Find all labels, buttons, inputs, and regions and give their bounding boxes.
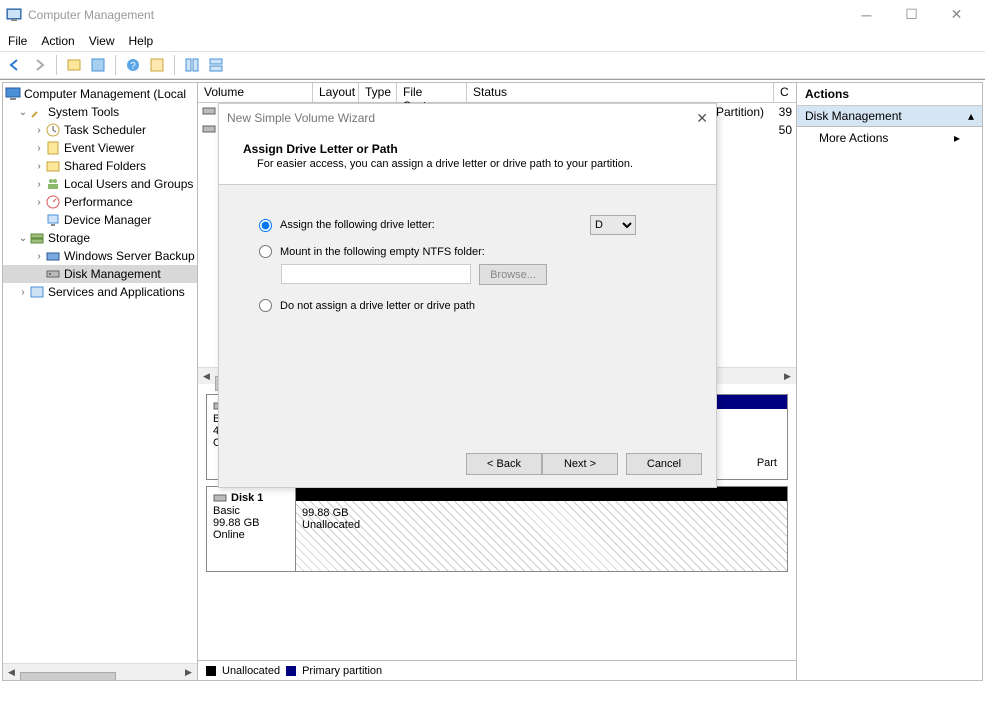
collapse-icon[interactable]: ⌄ <box>17 107 29 118</box>
users-icon <box>45 176 61 192</box>
col-type[interactable]: Type <box>359 83 397 102</box>
wizard-sub: For easier access, you can assign a driv… <box>257 158 692 170</box>
tree-storage[interactable]: ⌄ Storage <box>3 229 197 247</box>
tools-icon <box>29 104 45 120</box>
wizard-heading: Assign Drive Letter or Path <box>243 142 692 156</box>
event-icon <box>45 140 61 156</box>
col-fs[interactable]: File System <box>397 83 467 102</box>
maximize-button[interactable]: ☐ <box>889 1 934 29</box>
tree-disk-management[interactable]: › Disk Management <box>3 265 197 283</box>
close-button[interactable]: ✕ <box>934 1 979 29</box>
col-c[interactable]: C <box>774 83 796 102</box>
col-status[interactable]: Status <box>467 83 774 102</box>
tree-task-scheduler[interactable]: › Task Scheduler <box>3 121 197 139</box>
storage-icon <box>29 230 45 246</box>
tree-event-viewer[interactable]: › Event Viewer <box>3 139 197 157</box>
expand-icon[interactable]: › <box>33 143 45 154</box>
device-icon <box>45 212 61 228</box>
tree-local-users[interactable]: › Local Users and Groups <box>3 175 197 193</box>
menubar: File Action View Help <box>0 30 985 51</box>
back-button[interactable]: < Back <box>466 453 542 475</box>
menu-help[interactable]: Help <box>129 34 154 48</box>
tree-device-manager[interactable]: › Device Manager <box>3 211 197 229</box>
radio-assign-letter[interactable] <box>259 219 272 232</box>
help-icon[interactable]: ? <box>122 54 144 76</box>
titlebar: Computer Management ─ ☐ ✕ <box>0 0 985 30</box>
expand-icon[interactable]: › <box>17 287 29 298</box>
legend-swatch-unallocated <box>206 666 216 676</box>
expand-icon[interactable]: › <box>33 251 45 262</box>
mount-path-input <box>281 264 471 284</box>
menu-view[interactable]: View <box>89 34 115 48</box>
toolbar-icon-4[interactable] <box>181 54 203 76</box>
clock-icon <box>45 122 61 138</box>
chevron-right-icon: ▸ <box>954 131 960 145</box>
chevron-up-icon: ▴ <box>968 109 974 123</box>
actions-more[interactable]: More Actions ▸ <box>797 127 982 149</box>
folder-icon <box>45 158 61 174</box>
menu-file[interactable]: File <box>8 34 27 48</box>
wizard-title: New Simple Volume Wizard <box>227 111 375 125</box>
disk-row-1[interactable]: Disk 1 Basic 99.88 GB Online 99.88 GB Un… <box>206 486 788 572</box>
toolbar-icon-3[interactable] <box>146 54 168 76</box>
forward-button[interactable] <box>28 54 50 76</box>
tree-windows-backup[interactable]: › Windows Server Backup <box>3 247 197 265</box>
tree-system-tools[interactable]: ⌄ System Tools <box>3 103 197 121</box>
radio-none-label: Do not assign a drive letter or drive pa… <box>280 300 475 312</box>
radio-mount-label: Mount in the following empty NTFS folder… <box>280 246 485 258</box>
legend-swatch-primary <box>286 666 296 676</box>
col-layout[interactable]: Layout <box>313 83 359 102</box>
services-icon <box>29 284 45 300</box>
radio-mount-folder[interactable] <box>259 245 272 258</box>
tree-performance[interactable]: › Performance <box>3 193 197 211</box>
expand-icon[interactable]: › <box>33 125 45 136</box>
legend: Unallocated Primary partition <box>198 660 796 680</box>
back-button[interactable] <box>4 54 26 76</box>
menu-action[interactable]: Action <box>41 34 74 48</box>
expand-icon[interactable]: › <box>33 179 45 190</box>
cancel-button[interactable]: Cancel <box>626 453 702 475</box>
wizard-close-button[interactable]: ✕ <box>696 110 708 127</box>
browse-button: Browse... <box>479 264 547 285</box>
radio-assign-label: Assign the following drive letter: <box>280 219 435 231</box>
disk-icon <box>45 266 61 282</box>
tree-pane: Computer Management (Local ⌄ System Tool… <box>3 83 198 680</box>
actions-pane: Actions Disk Management ▴ More Actions ▸ <box>797 83 982 680</box>
volume-icon <box>202 122 216 139</box>
volume-icon <box>202 104 216 121</box>
window-title: Computer Management <box>28 8 844 22</box>
next-button[interactable]: Next > <box>542 453 618 475</box>
expand-icon[interactable]: › <box>33 161 45 172</box>
computer-icon <box>5 86 21 102</box>
drive-letter-select[interactable]: D <box>590 215 636 235</box>
toolbar-icon-1[interactable] <box>63 54 85 76</box>
col-volume[interactable]: Volume <box>198 83 313 102</box>
app-icon <box>6 7 22 23</box>
tree-hscrollbar[interactable]: ◀▶ <box>3 663 197 680</box>
perf-icon <box>45 194 61 210</box>
tree-shared-folders[interactable]: › Shared Folders <box>3 157 197 175</box>
tree-services-apps[interactable]: › Services and Applications <box>3 283 197 301</box>
toolbar-icon-5[interactable] <box>205 54 227 76</box>
wizard-dialog: New Simple Volume Wizard ✕ Assign Drive … <box>218 103 717 488</box>
minimize-button[interactable]: ─ <box>844 1 889 29</box>
volume-columns: Volume Layout Type File System Status C <box>198 83 796 103</box>
toolbar: ? <box>0 51 985 79</box>
toolbar-icon-2[interactable] <box>87 54 109 76</box>
backup-icon <box>45 248 61 264</box>
expand-icon[interactable]: › <box>33 197 45 208</box>
tree-root[interactable]: Computer Management (Local <box>3 85 197 103</box>
radio-no-assign[interactable] <box>259 299 272 312</box>
collapse-icon[interactable]: ⌄ <box>17 233 29 244</box>
actions-section-disk[interactable]: Disk Management ▴ <box>797 106 982 127</box>
actions-title: Actions <box>797 83 982 106</box>
svg-text:?: ? <box>130 61 136 72</box>
